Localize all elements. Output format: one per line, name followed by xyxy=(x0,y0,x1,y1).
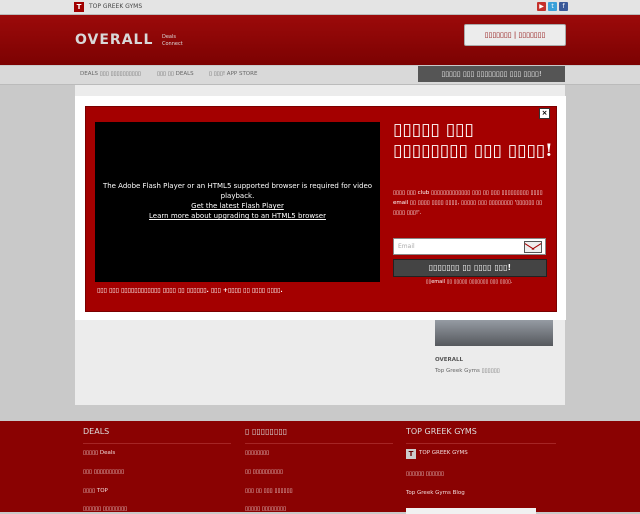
logo[interactable]: OVERALL xyxy=(75,32,153,48)
footer-link[interactable]: ▯▯▯ ▯▯▯▯▯▯▯▯▯▯ xyxy=(83,469,124,475)
footer-col-deals: DEALS xyxy=(83,427,109,436)
top-strip: T TOP GREEK GYMS ▶ t f xyxy=(0,0,640,15)
email-placeholder: Email xyxy=(398,243,415,250)
youtube-icon[interactable]: ▶ xyxy=(537,2,546,11)
footer-link[interactable]: ▯▯▯▯ TOP xyxy=(83,488,108,494)
html5-info-link[interactable]: Learn more about upgrading to an HTML5 b… xyxy=(95,211,380,221)
sidebar-card-title[interactable]: OVERALL xyxy=(435,357,463,363)
video-player[interactable]: The Adobe Flash Player or an HTML5 suppo… xyxy=(95,122,380,282)
footer-col-company: ▯ ▯▯▯▯▯▯▯▯ xyxy=(245,427,287,436)
footer-link[interactable]: ▯▯▯▯▯▯ ▯▯▯▯▯▯▯▯ xyxy=(83,506,127,512)
close-icon[interactable]: × xyxy=(539,108,550,119)
footer-link[interactable]: ▯▯▯ ▯▯ ▯▯▯ ▯▯▯▯▯▯ xyxy=(245,488,293,494)
subscribe-note: ▯▯email ▯▯ ▯▯▯▯▯ ▯▯▯▯▯▯▯ ▯▯▯ ▯▯▯▯. xyxy=(425,279,513,285)
sidebar-card-subtitle: Top Greek Gyms ▯▯▯▯▯▯ xyxy=(435,368,500,374)
subscribe-button[interactable]: ▯▯▯▯▯▯▯ ▯▯ ▯▯▯▯ ▯▯▯! xyxy=(393,259,547,277)
video-message: The Adobe Flash Player or an HTML5 suppo… xyxy=(95,181,380,221)
footer-search-input[interactable] xyxy=(406,508,536,514)
footer-link[interactable]: ▯▯▯▯▯▯▯▯ xyxy=(245,450,269,456)
divider xyxy=(83,443,231,444)
popup-footer-note: ▯▯▯ ▯▯▯ ▯▯▯▯▯▯▯▯▯▯▯▯ ▯▯▯▯ ▯▯ ▯▯▯▯▯▯. ▯▯▯… xyxy=(97,287,283,294)
site-badge[interactable]: T xyxy=(74,2,84,12)
site-badge: T xyxy=(406,449,416,459)
email-field[interactable]: Email xyxy=(393,238,546,255)
flash-download-link[interactable]: Get the latest Flash Player xyxy=(95,201,380,211)
logo-subtitle-connect: Connect xyxy=(162,41,183,47)
nav-cta-button[interactable]: ▯▯▯▯▯ ▯▯▯ ▯▯▯▯▯▯▯▯ ▯▯▯ ▯▯▯▯! xyxy=(418,66,565,82)
footer-link[interactable]: Top Greek Gyms Blog xyxy=(406,490,465,496)
twitter-icon[interactable]: t xyxy=(548,2,557,11)
footer-link[interactable]: ▯▯ ▯▯▯▯▯▯▯▯▯▯ xyxy=(245,469,283,475)
divider xyxy=(406,443,556,444)
facebook-icon[interactable]: f xyxy=(559,2,568,11)
footer-link[interactable]: ▯▯▯▯▯ ▯▯▯▯▯▯▯▯ xyxy=(245,506,286,512)
nav-item-deals[interactable]: DEALS ▯▯▯ ▯▯▯▯▯▯▯▯▯▯ xyxy=(80,71,141,77)
footer-link[interactable]: ▯▯▯▯▯▯ ▯▯▯▯▯▯ xyxy=(406,471,444,477)
footer-col-gyms: TOP GREEK GYMS xyxy=(406,427,477,436)
sidebar-thumbnail[interactable] xyxy=(435,318,553,346)
footer-heading: ▯ ▯▯▯▯▯▯▯▯ xyxy=(245,427,288,436)
popup-description: ▯▯▯▯ ▯▯▯ club ▯▯▯▯▯▯▯▯▯▯▯▯▯ ▯▯▯ ▯▯ ▯▯▯ ▯… xyxy=(393,190,543,216)
login-register-button[interactable]: ▯▯▯▯▯▯▯ | ▯▯▯▯▯▯▯ xyxy=(464,24,566,46)
logo-subtitle-deals: Deals xyxy=(162,34,176,40)
site-name-link[interactable]: TOP GREEK GYMS xyxy=(89,3,142,10)
footer-link[interactable]: ▯▯▯▯▯ Deals xyxy=(83,450,115,456)
divider xyxy=(245,443,393,444)
nav-item-app-store[interactable]: ▯ ▯▯▯! APP STORE xyxy=(209,71,257,77)
envelope-icon xyxy=(524,241,542,253)
footer-heading: DEALS xyxy=(83,427,110,436)
footer-heading: TOP GREEK GYMS xyxy=(406,427,477,436)
flash-required-text: The Adobe Flash Player or an HTML5 suppo… xyxy=(102,182,373,200)
footer-link[interactable]: TOP GREEK GYMS xyxy=(419,450,468,456)
nav-item-how-deals[interactable]: ▯▯▯ ▯▯ DEALS xyxy=(157,71,194,77)
popup-title: ▯▯▯▯▯ ▯▯▯ ▯▯▯▯▯▯▯▯ ▯▯▯ ▯▯▯▯! xyxy=(393,120,553,161)
